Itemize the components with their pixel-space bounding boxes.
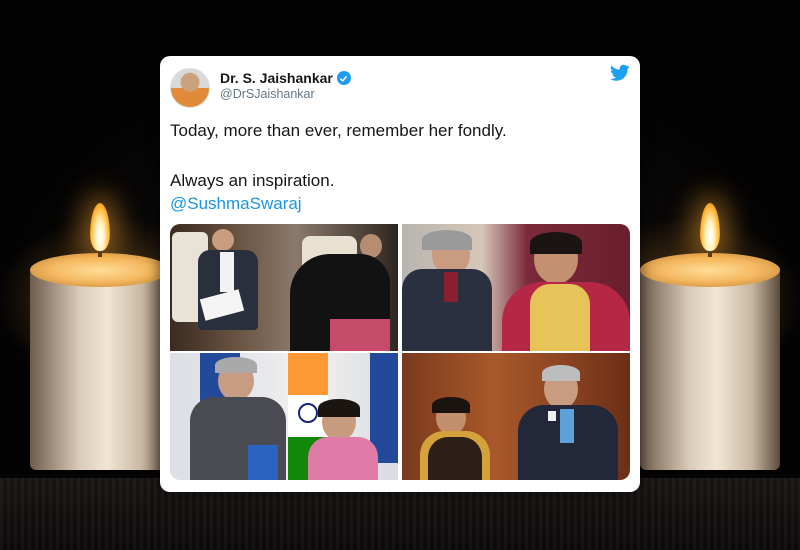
candle-left-icon — [30, 203, 170, 470]
author-row: Dr. S. Jaishankar — [220, 70, 351, 86]
photo-grid — [170, 224, 630, 480]
candle-right-icon — [640, 203, 780, 470]
avatar[interactable] — [170, 68, 210, 108]
tweet-text-line2: Always an inspiration. — [170, 171, 335, 190]
tweet-text-line1: Today, more than ever, remember her fond… — [170, 121, 507, 140]
photo-flags[interactable] — [170, 353, 398, 480]
photo-greeting[interactable] — [402, 224, 630, 351]
author-handle[interactable]: @DrSJaishankar — [220, 87, 315, 101]
twitter-bird-icon[interactable] — [610, 64, 630, 82]
photo-office[interactable] — [402, 353, 630, 480]
author-name[interactable]: Dr. S. Jaishankar — [220, 70, 333, 86]
tweet-card[interactable]: Dr. S. Jaishankar @DrSJaishankar Today, … — [160, 56, 640, 492]
photo-aircraft[interactable] — [170, 224, 398, 351]
verified-badge-icon — [336, 71, 351, 85]
mention-link[interactable]: @SushmaSwaraj — [170, 194, 302, 214]
